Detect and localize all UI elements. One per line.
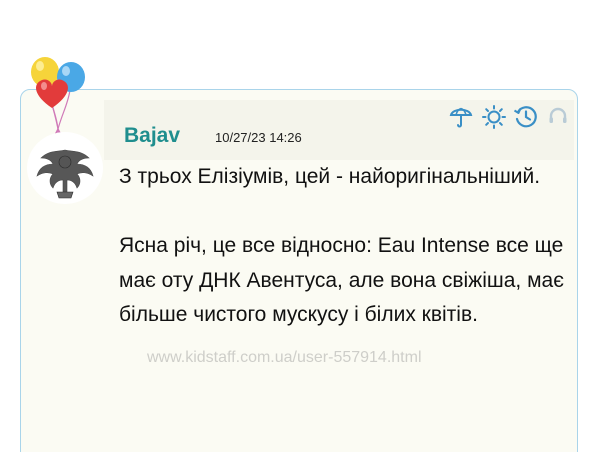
- sun-icon[interactable]: [481, 104, 507, 130]
- page: Bajav 10/27/23 14:26 З трьох Елізіумів, …: [0, 0, 600, 452]
- history-icon[interactable]: [513, 104, 539, 130]
- umbrella-icon[interactable]: [448, 104, 474, 130]
- comment-body: З трьох Елізіумів, цей - найоригінальніш…: [119, 160, 571, 333]
- avatar[interactable]: [27, 132, 103, 204]
- author-link[interactable]: Bajav: [124, 124, 180, 148]
- headset-icon[interactable]: [545, 104, 571, 130]
- comment-timestamp: 10/27/23 14:26: [215, 130, 302, 145]
- balloons-icon: [24, 54, 94, 144]
- comment-actions: [448, 104, 572, 130]
- comment-paragraph: З трьох Елізіумів, цей - найоригінальніш…: [119, 165, 541, 188]
- comment-paragraph: Ясна річ, це все відносно: Eau Intense в…: [119, 234, 564, 326]
